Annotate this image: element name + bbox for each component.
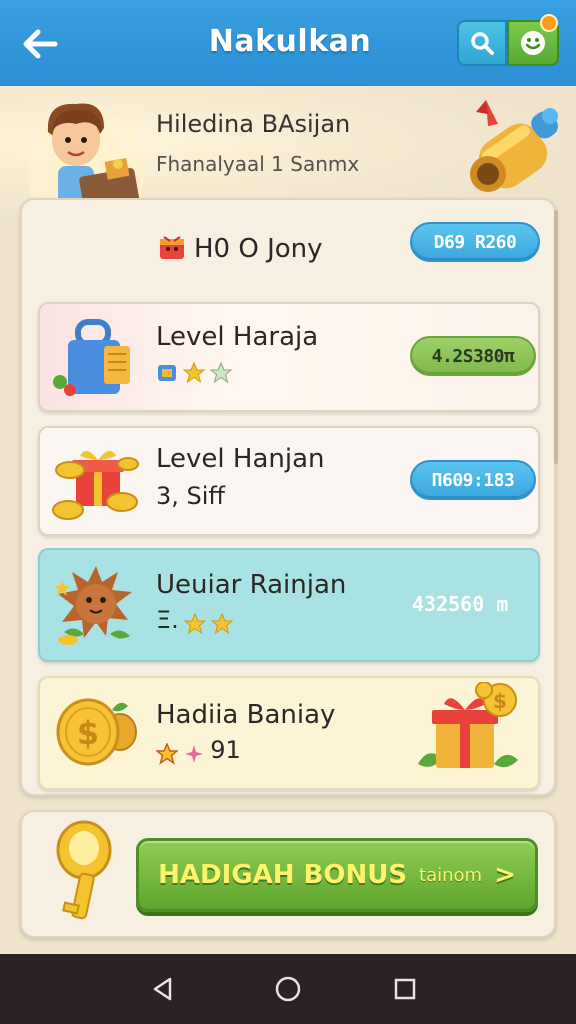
search-icon [471, 32, 494, 55]
app-title: Nakulkan [208, 24, 372, 59]
red-gift-badge-icon [160, 236, 184, 259]
card-4-rating: 91 [156, 736, 241, 765]
search-button[interactable] [457, 20, 507, 66]
triangle-back-icon [153, 977, 172, 1001]
card-4-title: Hadiia Baniay [156, 700, 336, 730]
gold-star-icon [183, 612, 206, 634]
nav-home-button[interactable] [271, 972, 305, 1006]
svg-text:$: $ [77, 714, 99, 752]
blue-lock-box-icon [53, 319, 130, 396]
header-title: Hiledina BAsijan [156, 110, 351, 138]
summary-label: H0 O Jony [194, 234, 323, 264]
back-button[interactable] [18, 22, 62, 66]
gift-box-with-coins-icon: $ [418, 682, 518, 768]
card-2-subtitle: 3, Siff [156, 482, 225, 510]
square-recents-icon [394, 978, 416, 1000]
card-1-rating [156, 362, 233, 384]
scrollbar[interactable] [554, 210, 558, 464]
silver-star-icon [210, 362, 233, 384]
gem-cube-icon [158, 365, 176, 381]
card-4-subtitle: 91 [210, 736, 241, 764]
gold-star-icon [210, 612, 233, 634]
summary-value-pill[interactable]: D69 R260 [410, 222, 540, 262]
bonus-button-label: HADIGAH BONUS [158, 860, 408, 890]
gold-coin-icon: $ [56, 698, 137, 766]
golden-key-icon [56, 820, 112, 920]
chestnut-character-icon [54, 566, 132, 645]
arrow-left-icon [23, 29, 58, 59]
nav-recents-button[interactable] [388, 972, 422, 1006]
notification-badge [540, 14, 558, 32]
card-2-value-pill[interactable]: Π609:183 [410, 460, 536, 500]
svg-text:$: $ [493, 689, 507, 713]
chevron-right-icon: > [494, 860, 516, 890]
gift-with-coins-icon [52, 450, 139, 520]
gold-star-icon [156, 742, 178, 765]
smiley-face-icon [521, 31, 545, 55]
bonus-button-sublabel: tainom [419, 864, 483, 886]
cannon-icon [470, 100, 558, 192]
bonus-button[interactable]: HADIGAH BONUS tainom > [136, 838, 538, 912]
card-3-rating: Ξ. [156, 606, 233, 635]
header-subtitle: Fhanalyaal 1 Sanmx [156, 152, 360, 176]
card-3-title: Ueuiar Rainjan [156, 570, 347, 600]
pink-sparkle-icon [185, 744, 204, 763]
card-1-value-pill[interactable]: 4.2S380π [410, 336, 536, 376]
card-3-value: 432560 m [412, 592, 509, 616]
nav-back-button[interactable] [146, 972, 180, 1006]
card-2-title: Level Hanjan [156, 444, 325, 474]
circle-home-icon [275, 976, 301, 1002]
gold-star-icon [183, 362, 206, 384]
card-1-title: Level Haraja [156, 322, 319, 352]
card-3-subtitle: Ξ. [156, 606, 179, 634]
